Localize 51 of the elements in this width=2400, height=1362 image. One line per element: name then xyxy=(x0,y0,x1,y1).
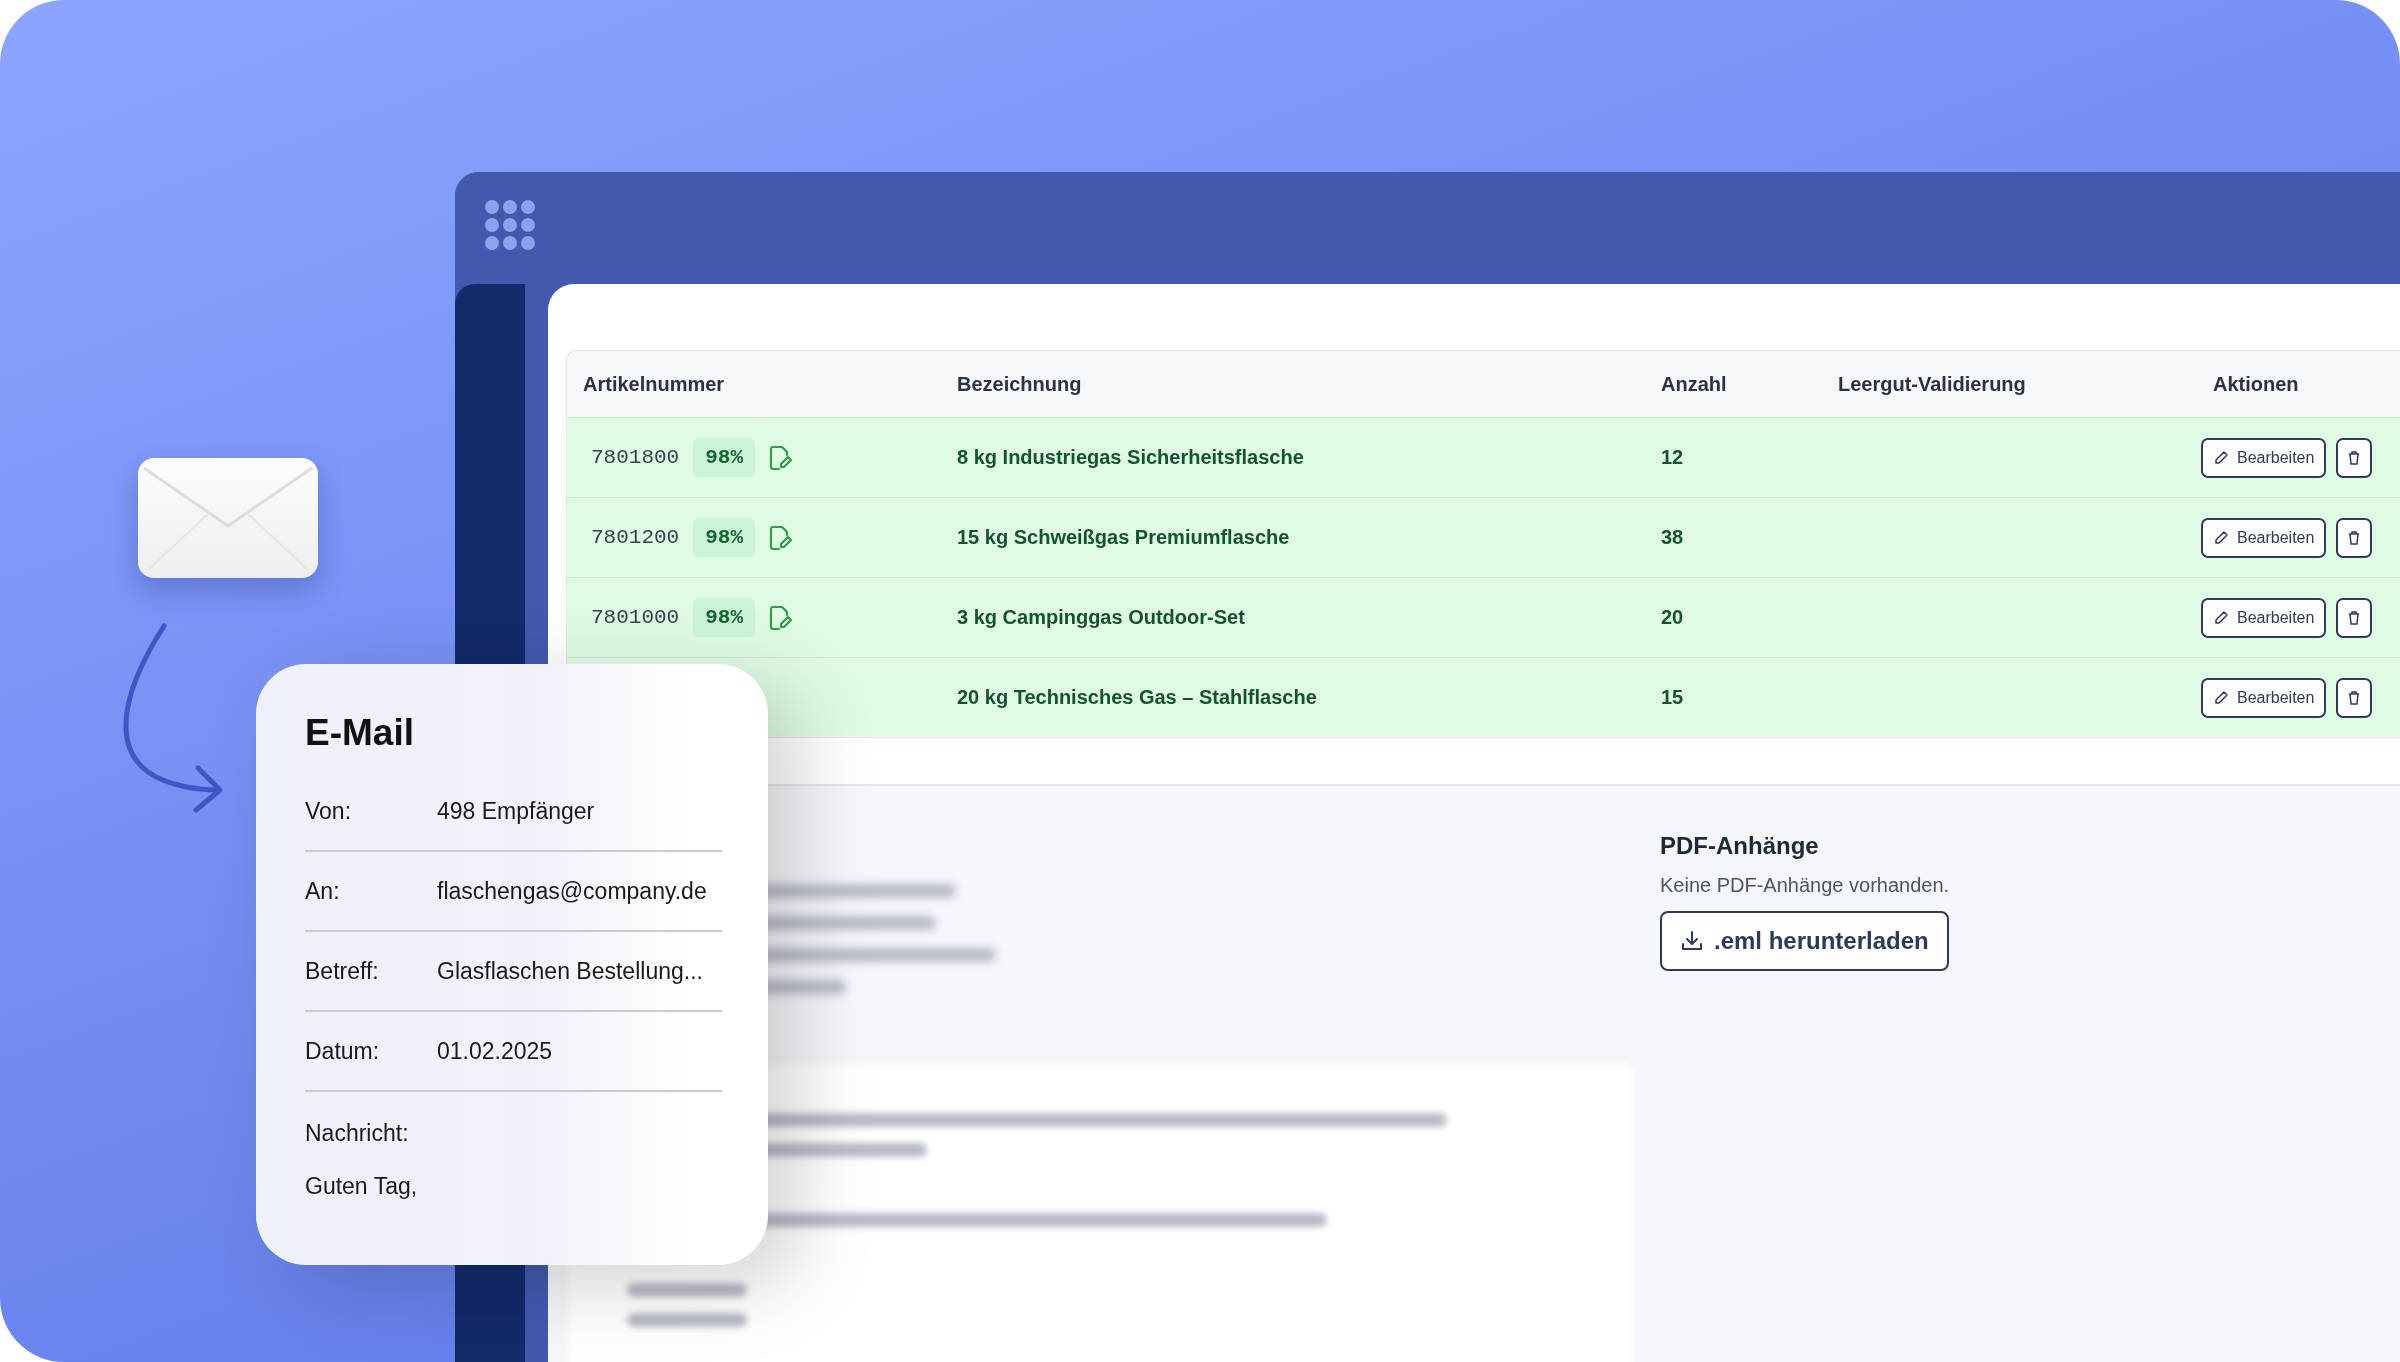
product-name: 8 kg Industriegas Sicherheitsflasche xyxy=(956,446,1305,469)
attachments-empty-text: Keine PDF-Anhänge vorhanden. xyxy=(1660,874,1950,897)
product-name: 3 kg Campinggas Outdoor-Set xyxy=(956,606,1246,629)
match-badge: 98% xyxy=(693,438,756,477)
edit-button[interactable]: Bearbeiten xyxy=(2201,597,2327,638)
field-value: Glasflaschen Bestellung... xyxy=(437,957,703,985)
delete-button[interactable] xyxy=(2336,517,2373,558)
document-edit-icon[interactable] xyxy=(769,444,794,471)
article-number: 7801000 xyxy=(591,606,680,629)
field-label: Datum: xyxy=(305,1037,381,1065)
match-badge: 98% xyxy=(693,518,756,557)
delete-button[interactable] xyxy=(2336,597,2373,638)
pencil-icon xyxy=(2213,609,2229,626)
article-number: 7801200 xyxy=(591,526,680,549)
edit-button[interactable]: Bearbeiten xyxy=(2201,677,2327,718)
pencil-icon xyxy=(2213,689,2229,706)
column-header: Aktionen xyxy=(2212,372,2300,396)
product-name: 20 kg Technisches Gas – Stahlflasche xyxy=(956,686,1318,709)
delete-button[interactable] xyxy=(2336,677,2373,718)
quantity: 15 xyxy=(1660,686,1685,709)
document-edit-icon[interactable] xyxy=(769,604,794,631)
pencil-icon xyxy=(2213,529,2229,546)
column-header: Bezeichnung xyxy=(956,372,1083,396)
edit-button[interactable]: Bearbeiten xyxy=(2201,437,2327,478)
attachments-title: PDF-Anhänge xyxy=(1660,832,1819,860)
quantity: 20 xyxy=(1660,606,1685,629)
field-label: Betreff: xyxy=(305,957,380,985)
message-text: Guten Tag, xyxy=(305,1173,419,1200)
envelope-icon xyxy=(138,458,318,578)
download-button[interactable]: .eml herunterladen xyxy=(1660,911,1949,971)
field-value: 498 Empfänger xyxy=(437,797,595,825)
product-name: 15 kg Schweißgas Premiumflasche xyxy=(956,526,1291,549)
field-label: An: xyxy=(305,877,341,905)
column-header: Leergut-Validierung xyxy=(1837,372,2027,396)
field-value: 01.02.2025 xyxy=(437,1037,553,1065)
field-label: Nachricht: xyxy=(305,1120,410,1147)
column-header: Artikelnummer xyxy=(582,372,726,396)
download-icon xyxy=(1680,929,1704,953)
column-header: Anzahl xyxy=(1660,372,1728,396)
field-value: flaschengas@company.de xyxy=(437,877,707,905)
email-title: E-Mail xyxy=(305,712,415,754)
edit-button[interactable]: Bearbeiten xyxy=(2201,517,2327,558)
article-number: 7801800 xyxy=(591,446,680,469)
field-label: Von: xyxy=(305,797,353,825)
delete-button[interactable] xyxy=(2336,437,2373,478)
app-grid-icon[interactable] xyxy=(485,200,535,250)
quantity: 38 xyxy=(1660,526,1685,549)
quantity: 12 xyxy=(1660,446,1685,469)
match-badge: 98% xyxy=(693,598,756,637)
document-edit-icon[interactable] xyxy=(769,524,794,551)
pencil-icon xyxy=(2213,449,2229,466)
